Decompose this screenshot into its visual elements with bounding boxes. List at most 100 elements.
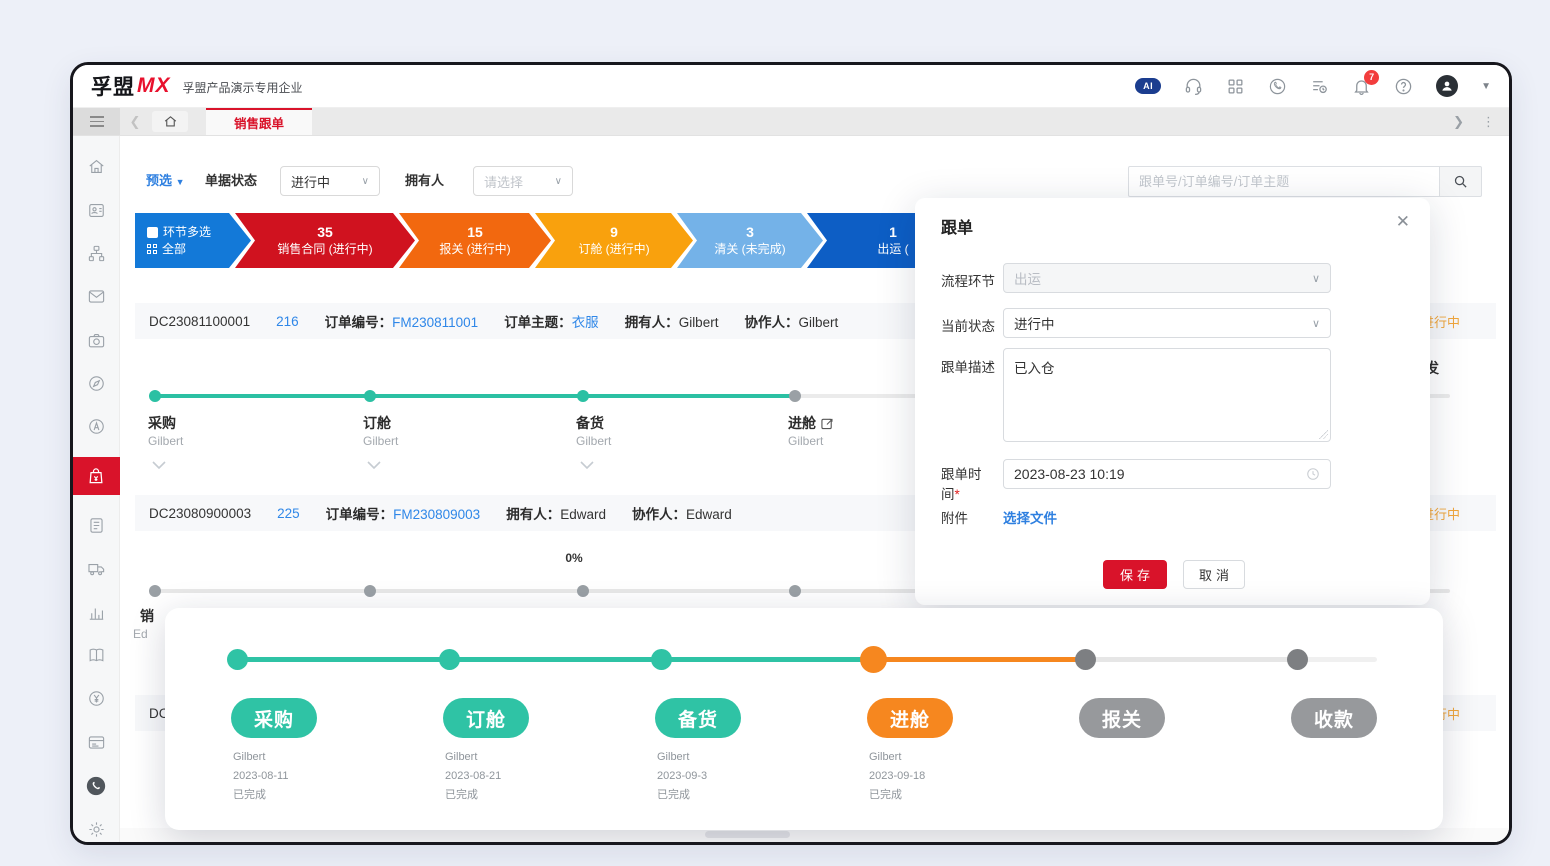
expand-chevron-icon[interactable]	[580, 461, 594, 469]
order-collab-value: Edward	[686, 507, 732, 522]
apps-grid-icon[interactable]	[1226, 77, 1245, 96]
phone-icon[interactable]	[1268, 77, 1287, 96]
owner-label: 拥有人	[405, 166, 444, 196]
timeline-person: Gilbert	[788, 434, 823, 448]
grid-all-icon	[147, 244, 157, 254]
modal-close-icon[interactable]: ✕	[1396, 212, 1410, 232]
order-no-link[interactable]: FM230811001	[392, 315, 478, 330]
timeline-dot-pending	[789, 390, 801, 402]
expand-chevron-icon[interactable]	[152, 461, 166, 469]
sidebar-item-settings[interactable]	[83, 816, 109, 842]
cancel-button[interactable]: 取消	[1183, 560, 1245, 589]
order-subject-link[interactable]: 衣服	[572, 315, 599, 330]
popup-stage-pill[interactable]: 采购	[231, 698, 317, 738]
clock-icon	[1306, 467, 1320, 481]
multi-select-checkbox[interactable]	[147, 227, 158, 238]
order-count-link[interactable]: 225	[277, 506, 300, 521]
edit-icon[interactable]	[821, 417, 834, 430]
order-count-link[interactable]: 216	[276, 314, 299, 329]
order-no-link[interactable]: FM230809003	[393, 507, 480, 522]
notification-count-badge: 7	[1364, 70, 1379, 85]
title-bar: 孚盟 MX 孚盟产品演示专用企业 AI 7	[73, 65, 1509, 108]
sidebar-toggle-button[interactable]	[73, 108, 120, 135]
task-list-icon[interactable]	[1310, 77, 1329, 96]
sidebar-item-marketing-a[interactable]	[83, 414, 109, 440]
help-icon[interactable]	[1394, 77, 1413, 96]
sidebar-item-finance[interactable]	[83, 686, 109, 712]
order-owner-value: Edward	[560, 507, 606, 522]
back-button[interactable]: ❮	[120, 108, 150, 135]
stage-flow-sales-contract[interactable]: 35销售合同 (进行中)	[235, 213, 415, 268]
timeline-person: Gilbert	[148, 434, 183, 448]
sidebar-item-cards[interactable]	[83, 729, 109, 755]
avatar-chevron-down-icon[interactable]: ▼	[1481, 81, 1491, 92]
headset-icon[interactable]	[1184, 77, 1203, 96]
follow-up-modal: 跟单 ✕ 流程环节 出运∨ 当前状态 进行中∨ 跟单描述 已入仓 跟单时间* 2…	[915, 198, 1430, 605]
popup-dot-done	[651, 649, 672, 670]
sidebar-item-camera[interactable]	[83, 327, 109, 353]
sidebar-item-logistics[interactable]	[83, 556, 109, 582]
timeline-stage-label: 备货	[576, 413, 604, 433]
order-stages-popup: 采购 订舱 备货 进舱 报关 收款 Gilbert2023-08-11已完成 G…	[165, 608, 1443, 830]
order-doc-no: DC23080900003	[149, 506, 251, 521]
notifications-bell-icon[interactable]: 7	[1352, 77, 1371, 96]
timeline-dot-pending	[149, 585, 161, 597]
popup-stage-pill[interactable]: 报关	[1079, 698, 1165, 738]
search-button[interactable]	[1440, 166, 1482, 197]
popup-dot-done	[227, 649, 248, 670]
sidebar-item-compass[interactable]	[83, 371, 109, 397]
expand-chevron-icon[interactable]	[367, 461, 381, 469]
popup-dot-current	[860, 646, 887, 673]
tabs-more-icon[interactable]: ⋮	[1482, 114, 1495, 130]
company-name: 孚盟产品演示专用企业	[183, 79, 303, 96]
sidebar-item-mail[interactable]	[83, 284, 109, 310]
sidebar-nav	[73, 136, 120, 842]
resize-handle[interactable]	[1319, 430, 1328, 439]
sidebar-item-org-structure[interactable]	[83, 241, 109, 267]
preset-filter-button[interactable]: 预选 ▼	[146, 166, 185, 196]
sidebar-item-contacts[interactable]	[83, 197, 109, 223]
search-input[interactable]	[1139, 174, 1429, 189]
description-textarea[interactable]: 已入仓	[1003, 348, 1331, 442]
sidebar-item-documents[interactable]	[83, 513, 109, 539]
logo-cn: 孚盟	[91, 71, 135, 101]
user-avatar[interactable]	[1436, 75, 1458, 97]
popup-stage-pill[interactable]: 备货	[655, 698, 741, 738]
popup-stage-pill[interactable]: 收款	[1291, 698, 1377, 738]
time-input[interactable]: 2023-08-23 10:19	[1003, 459, 1331, 489]
tabs-scroll-right-icon[interactable]: ❯	[1453, 114, 1464, 130]
sidebar-item-whatsapp-chat[interactable]	[83, 773, 109, 799]
popup-stage-pill[interactable]: 订舱	[443, 698, 529, 738]
tab-sales-follow-up[interactable]: 销售跟单	[206, 108, 312, 135]
current-status-select[interactable]: 进行中∨	[1003, 308, 1331, 338]
stage-select-disabled[interactable]: 出运∨	[1003, 263, 1331, 293]
stage-flow-clearance[interactable]: 3清关 (未完成)	[677, 213, 823, 268]
popup-stage-pill[interactable]: 进舱	[867, 698, 953, 738]
stage-flow-all[interactable]: 环节多选 全部	[135, 213, 251, 268]
owner-select[interactable]: 请选择∨	[473, 166, 573, 196]
search-box	[1128, 166, 1440, 197]
sidebar-item-reports[interactable]	[83, 599, 109, 625]
description-label: 跟单描述	[941, 356, 995, 376]
popup-dot-done	[439, 649, 460, 670]
sidebar-item-home[interactable]	[83, 154, 109, 180]
order-collab-value: Gilbert	[798, 315, 838, 330]
horizontal-scrollbar-thumb[interactable]	[705, 831, 790, 838]
save-button[interactable]: 保存	[1103, 560, 1167, 589]
home-tab-button[interactable]	[152, 111, 188, 132]
bottom-scroll-area	[120, 828, 1509, 842]
progress-percent: 0%	[556, 551, 592, 565]
doc-status-select[interactable]: 进行中∨	[280, 166, 380, 196]
chevron-down-icon: ∨	[362, 176, 369, 187]
choose-file-link[interactable]: 选择文件	[1003, 507, 1057, 527]
app-window: 孚盟 MX 孚盟产品演示专用企业 AI 7	[70, 62, 1512, 845]
stage-flow-customs[interactable]: 15报关 (进行中)	[399, 213, 551, 268]
order-owner-value: Gilbert	[679, 315, 719, 330]
tab-strip: ❮ 销售跟单 ❯ ⋮	[73, 108, 1509, 136]
chevron-down-icon: ∨	[1312, 317, 1320, 330]
ai-assistant-badge[interactable]: AI	[1135, 78, 1161, 94]
stage-flow-booking[interactable]: 9订舱 (进行中)	[535, 213, 693, 268]
sidebar-item-orders-active[interactable]	[73, 457, 120, 495]
order-collab-label: 协作人：	[632, 507, 686, 522]
sidebar-item-ledger[interactable]	[83, 643, 109, 669]
